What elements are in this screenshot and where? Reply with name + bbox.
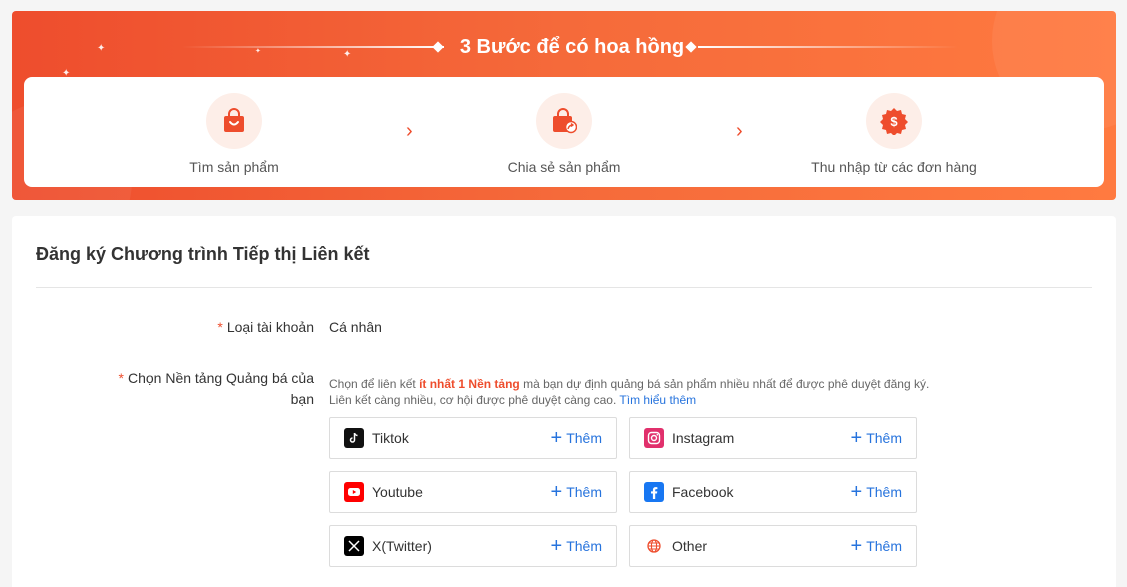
add-label: Thêm <box>566 538 602 554</box>
add-facebook-button[interactable]: + Thêm <box>851 482 902 502</box>
platform-instagram[interactable]: Instagram + Thêm <box>629 417 917 459</box>
platform-name: X(Twitter) <box>372 538 432 554</box>
add-label: Thêm <box>566 484 602 500</box>
platform-field-label-text: Chọn Nền tảng Quảng bá của bạn <box>127 370 314 407</box>
divider <box>36 287 1092 288</box>
dollar-badge-icon: $ <box>866 93 922 149</box>
step-label: Tìm sản phẩm <box>189 159 279 175</box>
tiktok-icon <box>344 428 364 448</box>
plus-icon: + <box>550 481 563 503</box>
title-decor-line <box>698 46 958 48</box>
add-x-twitter-button[interactable]: + Thêm <box>551 536 602 556</box>
title-decor-line <box>182 46 444 48</box>
platform-other[interactable]: Other + Thêm <box>629 525 917 567</box>
platform-hint: Chọn để liên kết ít nhất 1 Nền tảng mà b… <box>329 376 949 408</box>
plus-icon: + <box>550 535 563 557</box>
platform-name: Tiktok <box>372 430 409 446</box>
required-mark: * <box>118 370 124 386</box>
banner-title: 3 Bước để có hoa hồng <box>459 36 685 58</box>
step-earn-income: $ Thu nhập từ các đơn hàng <box>774 93 1014 177</box>
commission-steps-banner: ✦ ✦ ✦ ✦ 3 Bước để có hoa hồng Tìm sản ph… <box>12 11 1116 200</box>
hint-text: Chọn để liên kết <box>329 377 420 391</box>
account-type-value: Cá nhân <box>329 319 382 335</box>
add-label: Thêm <box>866 430 902 446</box>
platform-x-twitter[interactable]: X(Twitter) + Thêm <box>329 525 617 567</box>
step-find-products: Tìm sản phẩm <box>114 93 354 177</box>
platform-facebook[interactable]: Facebook + Thêm <box>629 471 917 513</box>
platform-field-label: * Chọn Nền tảng Quảng bá của bạn <box>102 368 314 410</box>
platform-name: Facebook <box>672 484 734 500</box>
platform-name: Youtube <box>372 484 423 500</box>
platform-tiktok[interactable]: Tiktok + Thêm <box>329 417 617 459</box>
plus-icon: + <box>850 535 863 557</box>
steps-card: Tìm sản phẩm › Chia sẻ sản phẩm › $ Thu … <box>24 77 1104 187</box>
form-title: Đăng ký Chương trình Tiếp thị Liên kết <box>36 244 370 264</box>
plus-icon: + <box>550 427 563 449</box>
share-bag-icon <box>536 93 592 149</box>
plus-icon: + <box>850 481 863 503</box>
add-label: Thêm <box>566 430 602 446</box>
instagram-icon <box>644 428 664 448</box>
required-mark: * <box>217 319 223 335</box>
step-label: Thu nhập từ các đơn hàng <box>811 159 977 175</box>
platform-name: Instagram <box>672 430 735 446</box>
platform-youtube[interactable]: Youtube + Thêm <box>329 471 617 513</box>
add-youtube-button[interactable]: + Thêm <box>551 482 602 502</box>
shopping-bag-icon <box>206 93 262 149</box>
diamond-icon <box>432 41 444 53</box>
account-type-label-text: Loại tài khoản <box>226 319 314 335</box>
plus-icon: + <box>850 427 863 449</box>
add-other-button[interactable]: + Thêm <box>851 536 902 556</box>
step-share-products: Chia sẻ sản phẩm <box>444 93 684 177</box>
chevron-right-icon: › <box>736 120 743 142</box>
add-tiktok-button[interactable]: + Thêm <box>551 428 602 448</box>
youtube-icon <box>344 482 364 502</box>
affiliate-registration-form: Đăng ký Chương trình Tiếp thị Liên kết *… <box>12 216 1116 587</box>
add-label: Thêm <box>866 484 902 500</box>
globe-icon <box>644 536 664 556</box>
add-label: Thêm <box>866 538 902 554</box>
add-instagram-button[interactable]: + Thêm <box>851 428 902 448</box>
platform-name: Other <box>672 538 708 554</box>
learn-more-link[interactable]: Tìm hiểu thêm <box>619 393 696 407</box>
account-type-label: * Loại tài khoản <box>92 317 314 338</box>
x-twitter-icon <box>344 536 364 556</box>
step-label: Chia sẻ sản phẩm <box>507 159 621 175</box>
facebook-icon <box>644 482 664 502</box>
svg-text:$: $ <box>890 114 898 129</box>
chevron-right-icon: › <box>406 120 413 142</box>
hint-highlight: ít nhất 1 Nền tảng <box>419 377 520 391</box>
banner-title-row: 3 Bước để có hoa hồng <box>12 33 1116 61</box>
